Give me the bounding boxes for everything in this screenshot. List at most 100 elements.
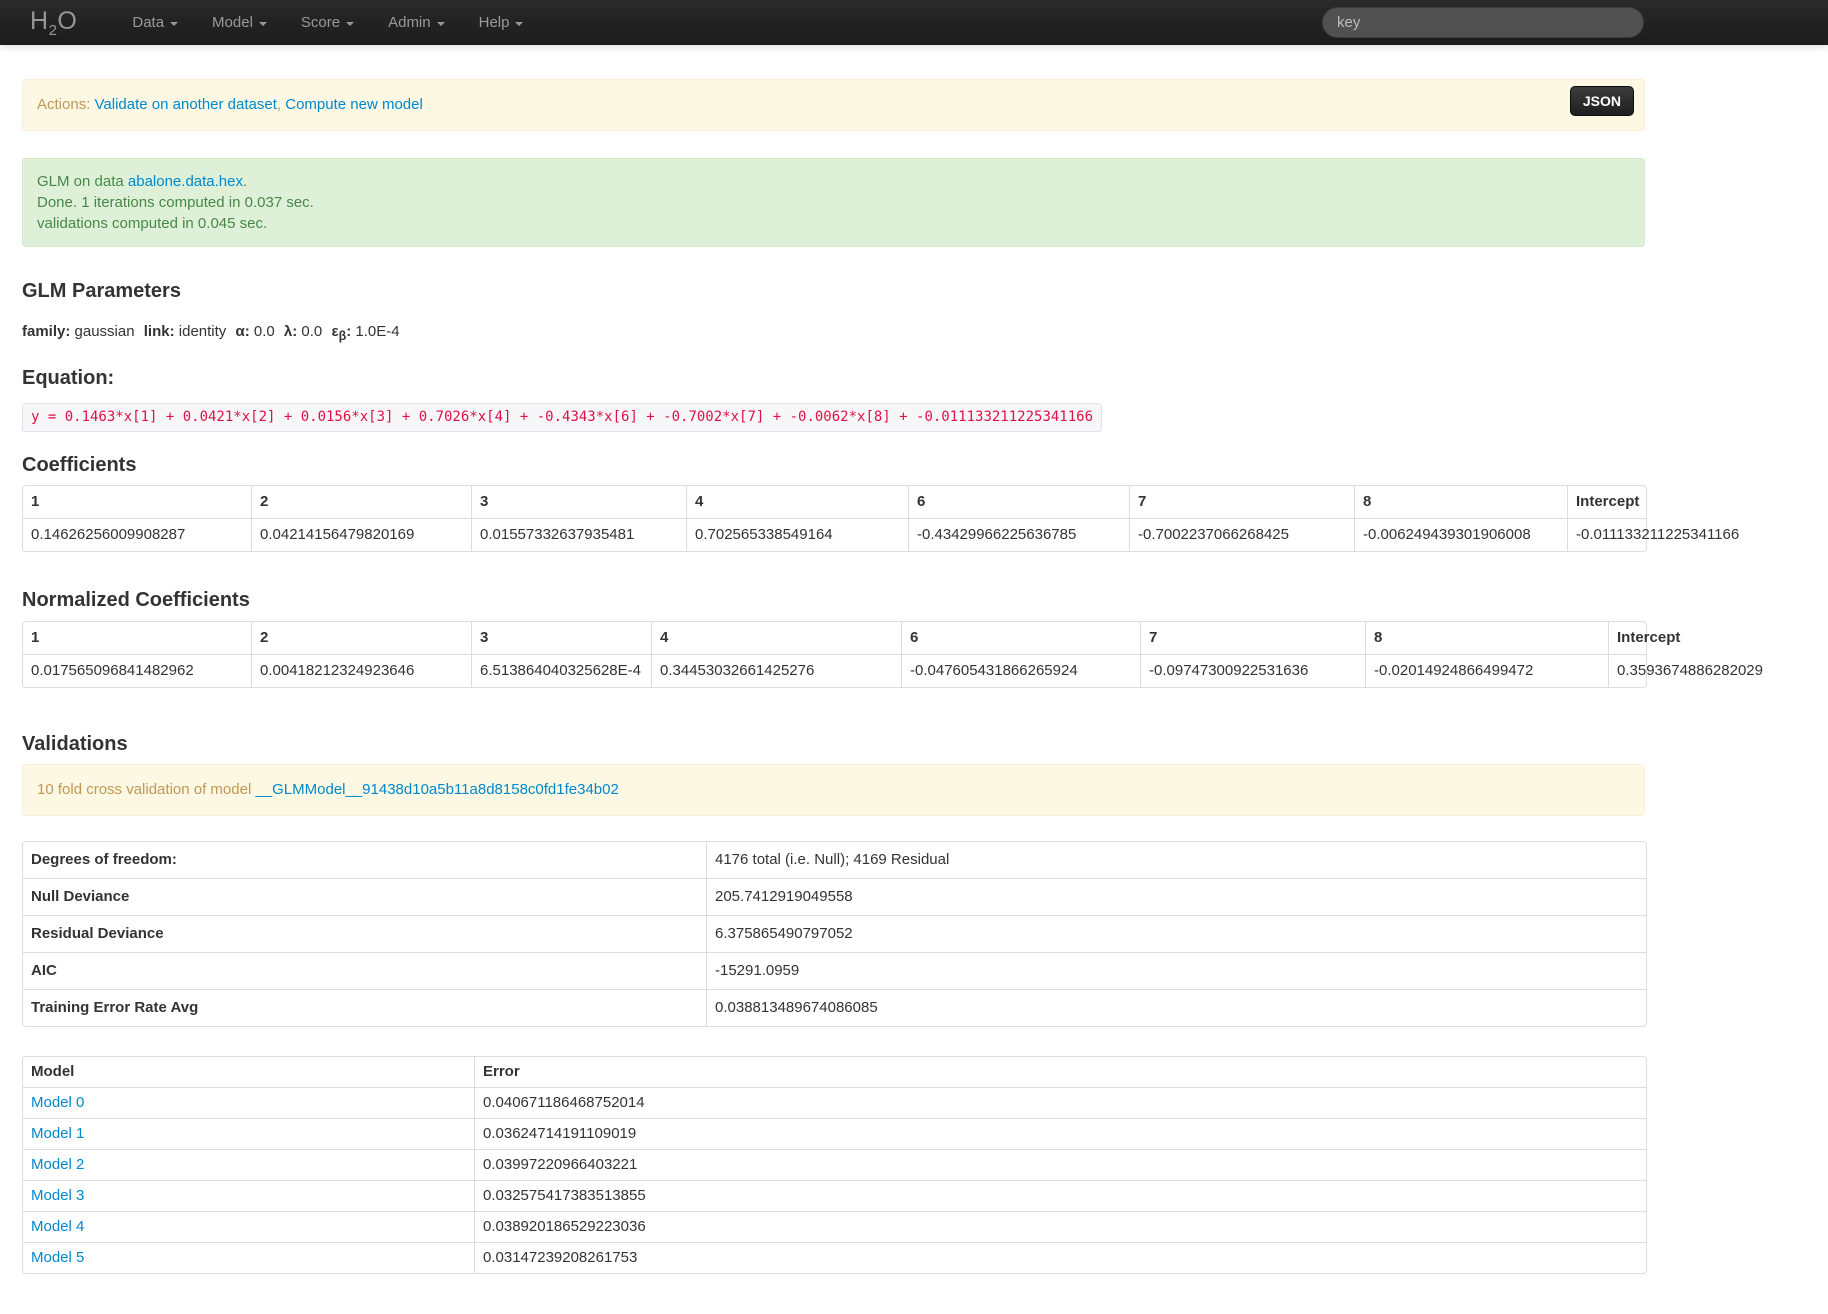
validate-on-another-dataset-link[interactable]: Validate on another dataset [95, 96, 277, 113]
table-row: Null Deviance 205.7412919049558 [23, 878, 1646, 915]
actions-label: Actions: [37, 96, 95, 113]
coeff-value-intercept: -0.011133211225341166 [1567, 518, 1646, 551]
models-table-header-row: Model Error [23, 1057, 1646, 1087]
norm-coeff-value-3: 6.513864040325628E-4 [471, 654, 651, 687]
norm-coeff-value-2: 0.00418212324923646 [251, 654, 471, 687]
model-2-link[interactable]: Model 2 [31, 1156, 84, 1173]
menu-score[interactable]: Score [284, 0, 371, 45]
param-link: link: identity [144, 323, 227, 340]
menu-help[interactable]: Help [462, 0, 541, 45]
validation-summary-table: Degrees of freedom: 4176 total (i.e. Nul… [22, 841, 1647, 1027]
param-family: family: gaussian [22, 323, 135, 340]
param-alpha: α: 0.0 [235, 323, 274, 340]
norm-coeff-header-intercept: Intercept [1608, 622, 1646, 654]
coeff-header-6: 6 [908, 486, 1129, 518]
degrees-of-freedom-label: Degrees of freedom: [23, 842, 706, 878]
logo-text: O [57, 7, 77, 35]
param-family-value: gaussian [75, 323, 135, 340]
search-input[interactable] [1322, 7, 1644, 38]
compute-new-model-link[interactable]: Compute new model [285, 96, 423, 113]
caret-down-icon [259, 22, 267, 26]
cross-validation-alert: 10 fold cross validation of model __GLMM… [22, 764, 1645, 816]
param-lambda-label: λ: [284, 323, 297, 340]
model-5-error: 0.03147239208261753 [474, 1242, 1646, 1273]
coeff-header-1: 1 [23, 486, 251, 518]
table-row: AIC -15291.0959 [23, 952, 1646, 989]
model-2-error: 0.03997220966403221 [474, 1149, 1646, 1180]
table-row: Model 1 0.03624714191109019 [23, 1118, 1646, 1149]
training-error-rate-avg-value: 0.038813489674086085 [706, 989, 1646, 1026]
menu-data[interactable]: Data [115, 0, 195, 45]
param-link-value: identity [179, 323, 227, 340]
status-line-2: Done. 1 iterations computed in 0.037 sec… [37, 192, 1630, 213]
model-cell: Model 3 [23, 1180, 474, 1211]
coeff-value-2: 0.04214156479820169 [251, 518, 471, 551]
caret-down-icon [437, 22, 445, 26]
status-line-1: GLM on data abalone.data.hex. [37, 171, 1630, 192]
norm-coeff-header-3: 3 [471, 622, 651, 654]
page-content: Actions: Validate on another dataset, Co… [22, 79, 1645, 1274]
model-cell: Model 4 [23, 1211, 474, 1242]
menu-admin[interactable]: Admin [371, 0, 462, 45]
param-alpha-value: 0.0 [254, 323, 275, 340]
actions-separator: , [277, 96, 285, 113]
residual-deviance-value: 6.375865490797052 [706, 915, 1646, 952]
norm-coeff-header-7: 7 [1140, 622, 1365, 654]
epsilon-symbol: ε [331, 323, 338, 340]
model-1-error: 0.03624714191109019 [474, 1118, 1646, 1149]
coeff-value-3: 0.01557332637935481 [471, 518, 686, 551]
model-0-link[interactable]: Model 0 [31, 1094, 84, 1111]
status-line1-prefix: GLM on data [37, 173, 128, 190]
glm-equation-code: y = 0.1463*x[1] + 0.0421*x[2] + 0.0156*x… [22, 403, 1102, 432]
model-3-link[interactable]: Model 3 [31, 1187, 84, 1204]
normalized-coefficients-heading: Normalized Coefficients [22, 589, 1645, 612]
table-row: Degrees of freedom: 4176 total (i.e. Nul… [23, 842, 1646, 878]
param-epsilon-beta-label: εβ: [331, 323, 351, 340]
glm-model-link[interactable]: __GLMModel__91438d10a5b11a8d8158c0fd1fe3… [255, 781, 618, 798]
coeff-header-8: 8 [1354, 486, 1567, 518]
glm-status-alert: GLM on data abalone.data.hex. Done. 1 it… [22, 158, 1645, 247]
model-3-error: 0.032575417383513855 [474, 1180, 1646, 1211]
residual-deviance-label: Residual Deviance [23, 915, 706, 952]
menu-model[interactable]: Model [195, 0, 284, 45]
model-4-link[interactable]: Model 4 [31, 1218, 84, 1235]
coeff-header-intercept: Intercept [1567, 486, 1646, 518]
caret-down-icon [515, 22, 523, 26]
model-cell: Model 0 [23, 1087, 474, 1118]
dataset-link[interactable]: abalone.data.hex [128, 173, 243, 190]
status-line-3: validations computed in 0.045 sec. [37, 213, 1630, 234]
coefficients-table: 1 2 3 4 6 7 8 Intercept 0.14626256009908… [22, 485, 1647, 552]
norm-coeff-value-4: 0.34453032661425276 [651, 654, 901, 687]
norm-coeff-header-2: 2 [251, 622, 471, 654]
norm-coeff-header-4: 4 [651, 622, 901, 654]
status-line1-suffix: . [243, 173, 247, 190]
menu-data-label: Data [132, 14, 164, 31]
param-family-label: family: [22, 323, 70, 340]
normalized-coefficients-header-row: 1 2 3 4 6 7 8 Intercept [23, 622, 1646, 654]
table-row: Model 4 0.038920186529223036 [23, 1211, 1646, 1242]
json-button[interactable]: JSON [1570, 86, 1634, 116]
param-epsilon-beta: εβ: 1.0E-4 [331, 323, 399, 340]
degrees-of-freedom-value: 4176 total (i.e. Null); 4169 Residual [706, 842, 1646, 878]
equation-heading: Equation: [22, 367, 1645, 390]
norm-coeff-value-7: -0.09747300922531636 [1140, 654, 1365, 687]
coeff-value-7: -0.7002237066268425 [1129, 518, 1354, 551]
model-1-link[interactable]: Model 1 [31, 1125, 84, 1142]
coeff-value-1: 0.14626256009908287 [23, 518, 251, 551]
param-lambda: λ: 0.0 [284, 323, 322, 340]
normalized-coefficients-table: 1 2 3 4 6 7 8 Intercept 0.01756509684148… [22, 621, 1647, 688]
model-cell: Model 2 [23, 1149, 474, 1180]
coeff-value-6: -0.43429966225636785 [908, 518, 1129, 551]
glm-parameters-heading: GLM Parameters [22, 280, 1645, 303]
norm-coeff-value-6: -0.047605431866265924 [901, 654, 1140, 687]
coeff-header-7: 7 [1129, 486, 1354, 518]
table-row: Model 5 0.03147239208261753 [23, 1242, 1646, 1273]
norm-coeff-value-intercept: 0.3593674886282029 [1608, 654, 1646, 687]
model-5-link[interactable]: Model 5 [31, 1249, 84, 1266]
caret-down-icon [170, 22, 178, 26]
h2o-logo[interactable]: H2O [30, 7, 77, 39]
norm-coeff-header-6: 6 [901, 622, 1140, 654]
model-0-error: 0.040671186468752014 [474, 1087, 1646, 1118]
null-deviance-label: Null Deviance [23, 878, 706, 915]
norm-coeff-header-1: 1 [23, 622, 251, 654]
